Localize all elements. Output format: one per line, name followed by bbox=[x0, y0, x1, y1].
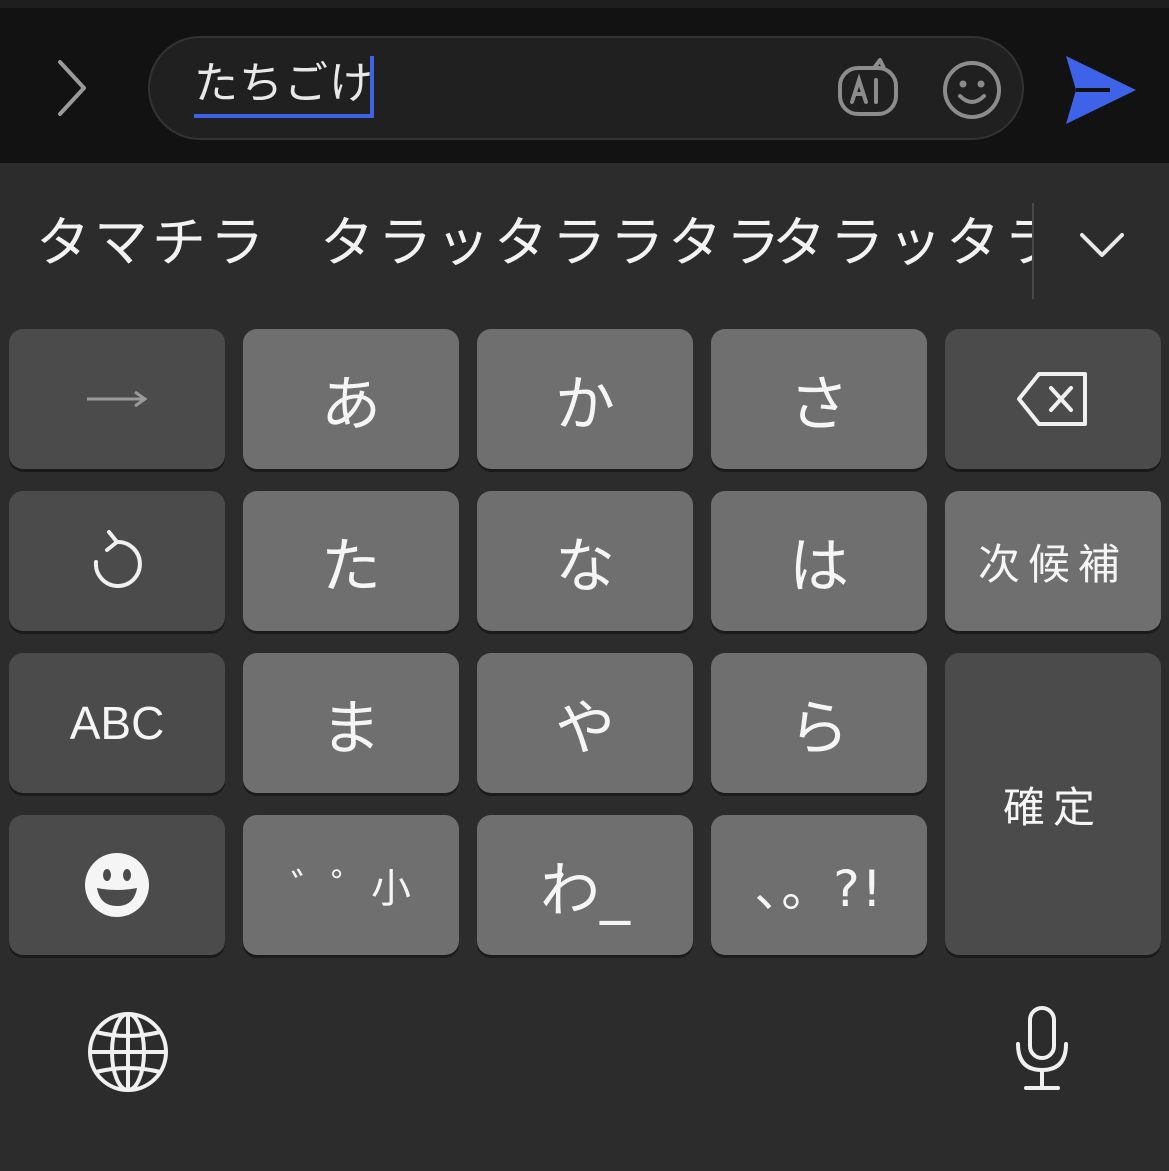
key-wa[interactable]: わ_ bbox=[477, 815, 693, 955]
cursor-right-key[interactable] bbox=[9, 329, 225, 469]
language-switch-button[interactable] bbox=[86, 1010, 170, 1094]
candidate-item[interactable]: タラッタララタラ bbox=[320, 211, 784, 275]
backspace-icon bbox=[1017, 372, 1087, 426]
next-candidate-key[interactable]: 次候補 bbox=[945, 491, 1161, 631]
message-bar: たちごけ bbox=[0, 0, 1169, 163]
candidate-clip: タラッタラ bbox=[772, 211, 1034, 281]
abc-key[interactable]: ABC bbox=[9, 653, 225, 793]
ai-icon bbox=[838, 58, 898, 116]
message-input[interactable]: たちごけ bbox=[148, 36, 1024, 140]
backspace-key[interactable] bbox=[945, 329, 1161, 469]
emoji-key[interactable] bbox=[9, 815, 225, 955]
confirm-key[interactable]: 確定 bbox=[945, 653, 1161, 955]
key-ma[interactable]: ま bbox=[243, 653, 459, 793]
dakuten-small-key[interactable]: ゛゜小 bbox=[243, 815, 459, 955]
key-ta[interactable]: た bbox=[243, 491, 459, 631]
expand-candidates-button[interactable] bbox=[1072, 215, 1132, 275]
chevron-right-icon bbox=[58, 60, 86, 116]
candidate-item[interactable]: タラッタラ bbox=[772, 211, 1034, 275]
send-button[interactable] bbox=[1060, 52, 1140, 128]
chevron-down-icon bbox=[1080, 233, 1124, 257]
emoji-face-icon bbox=[85, 853, 149, 917]
globe-icon bbox=[88, 1012, 168, 1092]
emoji-icon bbox=[943, 61, 1001, 119]
candidate-bar: タマチラ タラッタララタラ タラッタラ bbox=[0, 163, 1169, 323]
undo-key[interactable] bbox=[9, 491, 225, 631]
candidate-divider bbox=[1032, 203, 1034, 299]
microphone-icon bbox=[1016, 1006, 1068, 1090]
arrow-right-icon bbox=[87, 390, 148, 408]
key-na[interactable]: な bbox=[477, 491, 693, 631]
status-strip bbox=[0, 0, 1169, 8]
send-icon bbox=[1066, 56, 1136, 124]
input-composing-text[interactable]: たちごけ bbox=[194, 54, 374, 118]
candidate-item[interactable]: タマチラ bbox=[36, 211, 268, 275]
ai-button[interactable] bbox=[834, 58, 902, 122]
emoji-button[interactable] bbox=[940, 58, 1004, 122]
key-a[interactable]: あ bbox=[243, 329, 459, 469]
key-ya[interactable]: や bbox=[477, 653, 693, 793]
dictation-button[interactable] bbox=[1012, 1004, 1072, 1092]
key-ra[interactable]: ら bbox=[711, 653, 927, 793]
key-sa[interactable]: さ bbox=[711, 329, 927, 469]
text-caret bbox=[370, 56, 374, 118]
key-ka[interactable]: か bbox=[477, 329, 693, 469]
punctuation-key[interactable]: 、。?! bbox=[711, 815, 927, 955]
undo-icon bbox=[93, 530, 142, 588]
key-ha[interactable]: は bbox=[711, 491, 927, 631]
expand-button[interactable] bbox=[40, 50, 104, 130]
